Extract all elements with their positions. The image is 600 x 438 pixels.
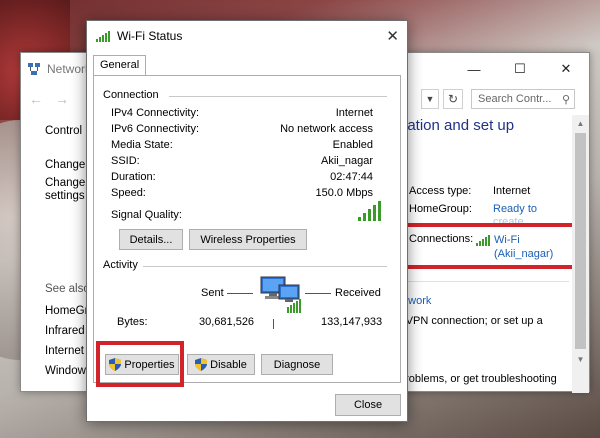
dialog-title: Wi-Fi Status	[117, 29, 183, 43]
see-also-link[interactable]: HomeGr	[45, 305, 88, 317]
duration-label: Duration:	[111, 171, 156, 183]
close-icon[interactable]: ✕	[386, 27, 399, 45]
setup-network-description: r VPN connection; or set up a	[399, 315, 543, 327]
speed-value: 150.0 Mbps	[315, 187, 373, 199]
ipv4-value: Internet	[335, 107, 373, 119]
access-type-label: Access type:	[409, 185, 472, 197]
network-settings-section: etwork r VPN connection; or set up a pro…	[399, 295, 557, 393]
back-arrow-icon[interactable]: ←	[29, 91, 43, 107]
close-button[interactable]: Close	[335, 394, 401, 416]
bytes-received-value: 133,147,933	[321, 316, 383, 328]
dialog-titlebar: Wi-Fi Status	[87, 21, 407, 51]
activity-group-label: Activity	[103, 259, 138, 271]
network-icon	[28, 63, 40, 75]
media-state-value: Enabled	[332, 139, 373, 151]
ssid-label: SSID:	[111, 155, 140, 167]
search-input[interactable]: Search Contr... ⚲	[471, 89, 575, 109]
divider	[399, 281, 569, 282]
access-type-row: Access type: Internet	[409, 185, 537, 197]
access-type-value: Internet	[493, 185, 531, 197]
refresh-button[interactable]: ↻	[443, 89, 463, 109]
bytes-label: Bytes:	[117, 316, 148, 328]
window-controls: — ☐ ✕	[451, 53, 589, 85]
disable-button-label: Disable	[210, 358, 247, 371]
ipv6-label: IPv6 Connectivity:	[111, 123, 200, 135]
page-title: nation and set up	[399, 117, 515, 134]
disable-button[interactable]: Disable	[187, 354, 255, 375]
highlight-box-properties	[96, 341, 184, 387]
media-state-row: Media State: Enabled	[111, 139, 373, 151]
ipv6-value: No network access	[280, 123, 373, 135]
signal-quality-row: Signal Quality:	[111, 209, 211, 221]
ssid-row: SSID: Akii_nagar	[111, 155, 373, 167]
network-activity-icon	[260, 276, 301, 313]
received-label: Received	[335, 287, 381, 299]
see-also-link[interactable]: Window	[45, 365, 88, 377]
change-sharing-link-line2: settings	[45, 190, 85, 202]
speed-row: Speed: 150.0 Mbps	[111, 187, 373, 199]
media-state-label: Media State:	[111, 139, 173, 151]
diagnose-button[interactable]: Diagnose	[261, 354, 333, 375]
highlight-box-connections	[403, 223, 583, 269]
signal-strength-icon	[358, 201, 381, 221]
setup-network-link[interactable]: etwork	[399, 295, 557, 307]
tab-general[interactable]: General	[93, 55, 147, 75]
uac-shield-icon	[195, 358, 208, 371]
ipv4-row: IPv4 Connectivity: Internet	[111, 107, 373, 119]
sent-dash	[227, 293, 253, 294]
maximize-button[interactable]: ☐	[497, 53, 543, 85]
sent-label: Sent	[201, 287, 224, 299]
nav-arrows: ← →	[29, 91, 69, 107]
see-also-links: HomeGr Infrared Internet Window	[45, 305, 88, 385]
duration-value: 02:47:44	[330, 171, 373, 183]
tab-strip: General	[93, 55, 147, 75]
wireless-properties-button[interactable]: Wireless Properties	[189, 229, 307, 250]
close-window-button[interactable]: ✕	[543, 53, 589, 85]
homegroup-link-line1: Ready to	[493, 203, 538, 215]
address-dropdown-chevron-icon[interactable]: ▼	[421, 89, 439, 109]
ipv4-label: IPv4 Connectivity:	[111, 107, 200, 119]
wifi-signal-icon	[96, 31, 110, 42]
signal-quality-label: Signal Quality:	[111, 209, 182, 221]
network-window-title: Network	[47, 62, 92, 76]
ssid-value: Akii_nagar	[321, 155, 373, 167]
scrollbar-thumb[interactable]	[575, 133, 586, 349]
forward-arrow-icon[interactable]: →	[55, 91, 69, 107]
connection-group-label: Connection	[103, 89, 159, 101]
speed-label: Speed:	[111, 187, 146, 199]
see-also-link[interactable]: Infrared	[45, 325, 88, 337]
bytes-divider	[273, 319, 274, 329]
ipv6-row: IPv6 Connectivity: No network access	[111, 123, 373, 135]
group-divider	[169, 96, 387, 97]
duration-row: Duration: 02:47:44	[111, 171, 373, 183]
troubleshoot-description: problems, or get troubleshooting	[399, 373, 557, 385]
scroll-up-icon[interactable]: ▲	[572, 115, 589, 131]
see-also-heading: See also	[45, 283, 90, 295]
bytes-sent-value: 30,681,526	[199, 316, 255, 328]
search-placeholder: Search Contr...	[478, 93, 552, 105]
received-dash	[305, 293, 331, 294]
minimize-button[interactable]: —	[451, 53, 497, 85]
group-divider	[143, 266, 387, 267]
see-also-link[interactable]: Internet	[45, 345, 88, 357]
search-icon: ⚲	[561, 93, 570, 106]
scrollbar[interactable]: ▲ ▼	[572, 115, 589, 393]
scroll-down-icon[interactable]: ▼	[572, 351, 589, 367]
details-button[interactable]: Details...	[119, 229, 183, 250]
